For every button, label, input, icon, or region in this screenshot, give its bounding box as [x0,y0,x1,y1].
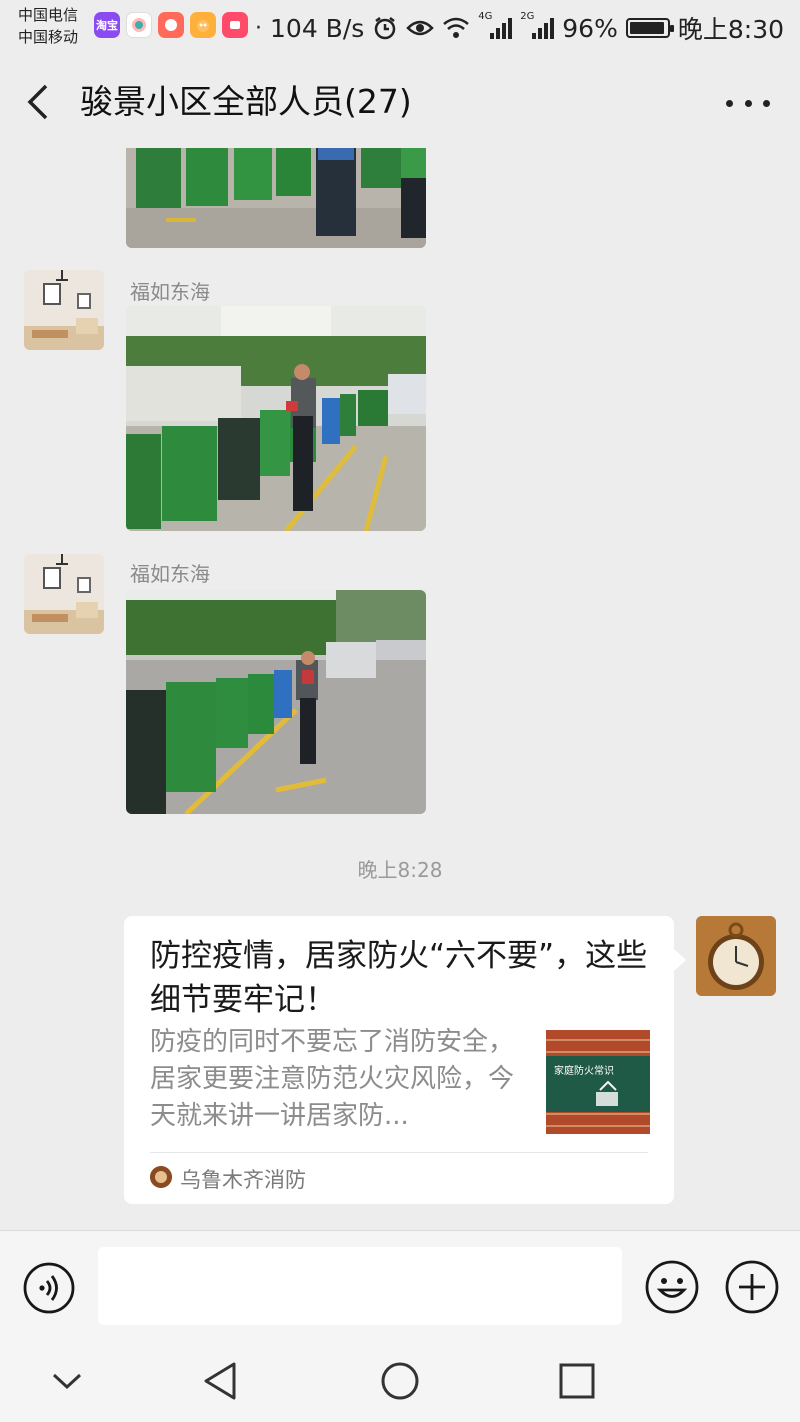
chat-header: 骏景小区全部人员(27) [0,56,800,148]
wechat-group-chat-screen: 中国电信 中国移动 淘宝 · 104 B/s 4G 2G 96% 晚上8:30 … [0,0,800,1422]
nav-home-button[interactable] [379,1360,421,1402]
sender-avatar[interactable] [24,270,104,350]
nav-back-button[interactable] [200,1360,242,1402]
avatar-room-image [24,554,104,634]
alarm-icon [375,17,396,40]
my-avatar[interactable] [696,916,776,996]
nav-recents-icon [559,1363,595,1399]
article-title: 防控疫情，居家防火“六不要”，这些细节要牢记！ [150,938,648,1018]
chat-input-bar [0,1230,800,1340]
sender-name: 福如东海 [130,280,210,304]
carrier-1: 中国电信 [18,6,79,24]
more-dot [763,99,770,107]
photo-trash-bins-3 [126,590,426,814]
photo-trash-bins-2 [126,306,426,531]
emoji-button[interactable] [644,1259,700,1315]
article-description: 防疫的同时不要忘了消防安全，居家更要注意防范火灾风险，今天就来讲一讲居家防... [150,1027,515,1131]
system-navigation-bar [0,1340,800,1422]
nav-hide-button[interactable] [46,1360,88,1402]
article-thumbnail: 家庭防火常识 [546,1030,650,1134]
notification-app-icons: 淘宝 [94,12,248,38]
status-bar: 中国电信 中国移动 淘宝 · 104 B/s 4G 2G 96% 晚上8:30 [0,0,800,56]
app-icon-4 [190,12,216,38]
bubble-tail [673,948,686,972]
voice-button[interactable] [22,1261,76,1315]
net-speed: 104 B/s [270,13,365,43]
status-right: · 104 B/s 4G 2G 96% 晚上8:30 [255,11,784,44]
chevron-left-icon [27,84,48,120]
source-account-icon [150,1166,172,1188]
eye-icon [406,20,435,36]
more-button[interactable] [726,88,770,118]
nav-back-icon [204,1362,236,1400]
nav-home-icon [381,1362,419,1400]
image-message-1[interactable] [126,148,426,248]
more-dots-icon [726,99,733,107]
nav-down-icon [52,1373,82,1390]
article-thumbnail-text: 家庭防火常识 [554,1066,614,1077]
carrier-2: 中国移动 [18,28,79,46]
article-source: 乌鲁木齐消防 [180,1168,306,1192]
app-icon-5 [222,12,248,38]
shared-article-card[interactable]: 防控疫情，居家防火“六不要”，这些细节要牢记！ 防疫的同时不要忘了消防安全，居家… [124,916,686,1204]
image-message-2[interactable] [126,306,426,531]
chat-title: 骏景小区全部人员(27) [80,82,412,121]
wifi-icon [443,17,470,38]
signal-2g-icon: 2G [520,11,555,41]
plus-circle-icon [725,1260,779,1314]
image-message-3[interactable] [126,590,426,814]
message-input[interactable] [98,1247,622,1325]
carrier-labels: 中国电信 中国移动 [18,4,78,48]
message-timestamp: 晚上8:28 [357,858,443,882]
more-functions-button[interactable] [724,1259,780,1315]
photo-trash-bins-1 [126,148,426,248]
pocket-watch-avatar-image [696,916,776,996]
voice-icon [23,1262,75,1314]
avatar-room-image [24,270,104,350]
weibo-app-icon [126,12,152,38]
app-icon-3 [158,12,184,38]
status-time: 晚上8:30 [677,15,784,44]
emoji-icon [645,1260,699,1314]
nav-recents-button[interactable] [556,1360,598,1402]
sender-name: 福如东海 [130,562,210,586]
taobao-app-icon: 淘宝 [94,12,120,38]
back-button[interactable] [20,82,60,122]
more-dot [744,99,752,107]
signal-4g-icon: 4G [478,11,513,41]
sender-avatar[interactable] [24,554,104,634]
battery-icon [625,18,674,38]
card-divider [150,1152,648,1153]
message-list[interactable]: 福如东海 福如东海 晚上8:28 防控疫情，居家防火“六不要”，这些细节要牢记！… [0,148,800,1230]
battery-percent: 96% [562,13,618,43]
